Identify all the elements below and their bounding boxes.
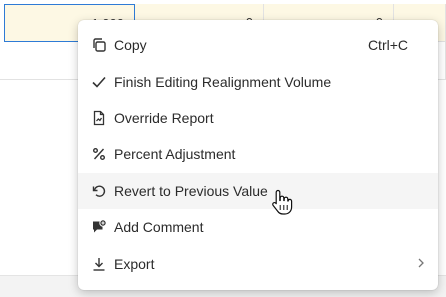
percent-icon xyxy=(90,145,108,163)
download-icon xyxy=(90,255,108,273)
chevron-right-icon xyxy=(418,258,424,268)
check-icon xyxy=(90,73,108,91)
copy-icon xyxy=(90,36,108,54)
menu-item-export[interactable]: Export xyxy=(78,245,438,281)
menu-item-label: Export xyxy=(114,255,155,272)
shortcut-label: Ctrl+C xyxy=(367,37,408,54)
hand-pointer-icon xyxy=(272,189,293,215)
menu-item-revert[interactable]: Revert to Previous Value xyxy=(78,172,438,209)
menu-item-override-report[interactable]: Override Report xyxy=(78,100,438,136)
menu-item-label: Finish Editing Realignment Volume xyxy=(114,73,332,90)
revert-icon xyxy=(90,182,108,200)
menu-item-label: Percent Adjustment xyxy=(114,146,236,163)
menu-item-percent-adjustment[interactable]: Percent Adjustment xyxy=(78,136,438,172)
menu-item-label: Add Comment xyxy=(114,219,204,236)
comment-add-icon xyxy=(90,218,108,236)
menu-item-copy[interactable]: Copy Ctrl+C xyxy=(78,27,438,63)
context-menu: Copy Ctrl+C Finish Editing Realignment V… xyxy=(78,20,438,290)
report-icon xyxy=(90,109,108,127)
menu-item-add-comment[interactable]: Add Comment xyxy=(78,209,438,245)
menu-item-finish-editing[interactable]: Finish Editing Realignment Volume xyxy=(78,63,438,99)
menu-item-label: Override Report xyxy=(114,109,214,126)
